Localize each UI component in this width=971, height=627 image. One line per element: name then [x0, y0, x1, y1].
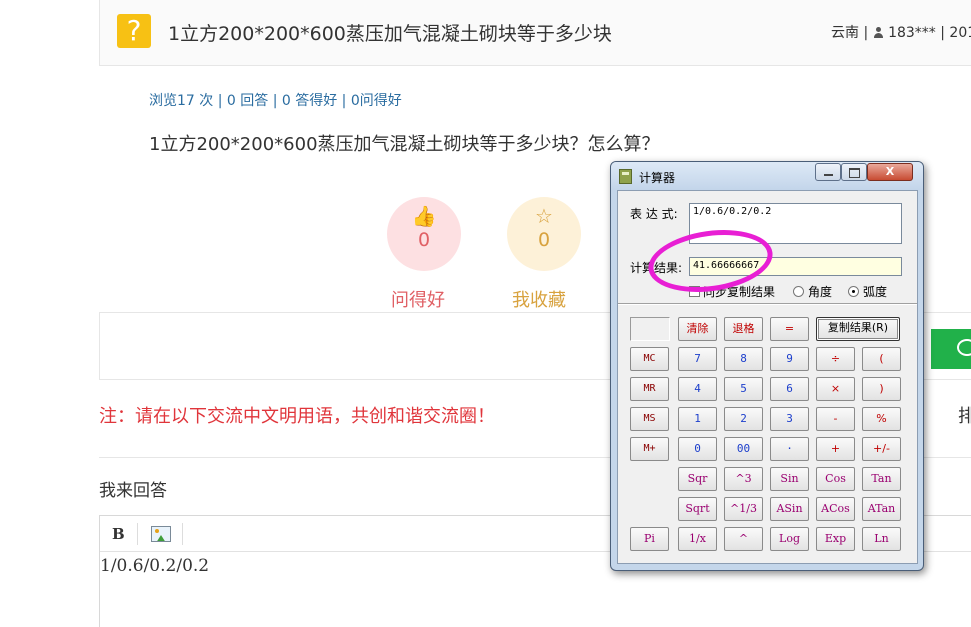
minimize-button[interactable]	[815, 163, 841, 181]
angle-radio[interactable]	[793, 286, 804, 297]
sync-copy-checkbox[interactable]	[689, 286, 700, 297]
copy-result-button[interactable]: 复制结果(R)	[816, 317, 900, 341]
toolbar-divider	[182, 523, 183, 545]
log-button[interactable]: Log	[770, 527, 809, 551]
digit-3-button[interactable]: 3	[770, 407, 809, 431]
cos-button[interactable]: Cos	[816, 467, 855, 491]
chat-bubble-icon	[957, 339, 971, 356]
ms-button[interactable]: MS	[630, 407, 669, 431]
calculator-app-icon	[619, 169, 632, 184]
asin-button[interactable]: ASin	[770, 497, 809, 521]
digit-2-button[interactable]: 2	[724, 407, 763, 431]
backspace-button[interactable]: 退格	[724, 317, 763, 341]
pi-button[interactable]: Pi	[630, 527, 669, 551]
question-user[interactable]: 183*** | 201	[888, 25, 971, 41]
add-button[interactable]: +	[816, 437, 855, 461]
maximize-button[interactable]	[841, 163, 867, 181]
angle-label: 角度	[808, 285, 833, 299]
result-label: 计算结果:	[630, 261, 683, 275]
digit-8-button[interactable]: 8	[724, 347, 763, 371]
subtract-button[interactable]: -	[816, 407, 855, 431]
calculator-titlebar[interactable]: 计算器 X	[611, 162, 923, 190]
chat-button[interactable]	[931, 329, 971, 369]
close-button[interactable]: X	[867, 163, 913, 181]
calculator-title: 计算器	[639, 171, 676, 185]
radian-radio[interactable]	[848, 286, 859, 297]
ln-button[interactable]: Ln	[862, 527, 901, 551]
m-plus-button[interactable]: M+	[630, 437, 669, 461]
result-field[interactable]: 41.66666667	[689, 257, 902, 276]
expression-label: 表 达 式:	[630, 207, 678, 221]
digit-7-button[interactable]: 7	[678, 347, 717, 371]
calculator-window: 计算器 X 表 达 式: 1/0.6/0.2/0.2 计算结果: 41.6666…	[610, 161, 924, 571]
favorite-count: 0	[537, 229, 551, 251]
cube-root-button[interactable]: ^1/3	[724, 497, 763, 521]
mc-button[interactable]: MC	[630, 347, 669, 371]
question-body: 1立方200*200*600蒸压加气混凝土砌块等于多少块？怎么算？	[149, 134, 660, 155]
question-title: 1立方200*200*600蒸压加气混凝土砌块等于多少块	[168, 23, 612, 45]
user-icon	[873, 27, 884, 38]
question-header: ? 1立方200*200*600蒸压加气混凝土砌块等于多少块 云南 | 183*…	[99, 0, 971, 66]
atan-button[interactable]: ATan	[862, 497, 901, 521]
answer-text[interactable]: 1/0.6/0.2/0.2	[100, 556, 209, 576]
good-question-button[interactable]: 👍 0	[387, 197, 461, 271]
thumbs-up-icon: 👍	[411, 204, 437, 228]
radian-label: 弧度	[863, 285, 888, 299]
favorite-button[interactable]: ☆ 0	[507, 197, 581, 271]
question-mark-icon: ?	[117, 14, 151, 48]
mr-button[interactable]: MR	[630, 377, 669, 401]
left-paren-button[interactable]: (	[862, 347, 901, 371]
digit-0-button[interactable]: 0	[678, 437, 717, 461]
sync-copy-label: 同步复制结果	[703, 285, 776, 299]
bold-button[interactable]: B	[112, 525, 125, 543]
my-answer-heading: 我来回答	[99, 481, 167, 501]
right-paren-button[interactable]: )	[862, 377, 901, 401]
clear-button[interactable]: 清除	[678, 317, 717, 341]
question-stats: 浏览17 次 | 0 回答 | 0 答得好 | 0问得好	[149, 93, 402, 109]
sync-copy-option[interactable]: 同步复制结果	[689, 283, 775, 300]
negate-button[interactable]: +/-	[862, 437, 901, 461]
square-button[interactable]: Sqr	[678, 467, 717, 491]
radian-option[interactable]: 弧度	[848, 283, 887, 300]
good-question-count: 0	[417, 229, 431, 251]
star-icon: ☆	[535, 204, 553, 228]
calculator-body: 表 达 式: 1/0.6/0.2/0.2 计算结果: 41.66666667 同…	[617, 190, 918, 564]
expression-input[interactable]: 1/0.6/0.2/0.2	[689, 203, 902, 244]
percent-button[interactable]: %	[862, 407, 901, 431]
angle-option[interactable]: 角度	[793, 283, 832, 300]
digit-5-button[interactable]: 5	[724, 377, 763, 401]
acos-button[interactable]: ACos	[816, 497, 855, 521]
tan-button[interactable]: Tan	[862, 467, 901, 491]
sin-button[interactable]: Sin	[770, 467, 809, 491]
question-meta: 云南 | 183*** | 201	[831, 22, 971, 42]
divide-button[interactable]: ÷	[816, 347, 855, 371]
double-zero-button[interactable]: 00	[724, 437, 763, 461]
insert-image-icon[interactable]	[151, 526, 171, 542]
civility-notice: 注：请在以下交流中文明用语，共创和谐交流圈！	[99, 406, 495, 427]
power-button[interactable]: ^	[724, 527, 763, 551]
sqrt-button[interactable]: Sqrt	[678, 497, 717, 521]
favorite-label[interactable]: 我收藏	[512, 286, 566, 312]
decimal-button[interactable]: ·	[770, 437, 809, 461]
multiply-button[interactable]: ×	[816, 377, 855, 401]
toolbar-divider	[137, 523, 138, 545]
digit-1-button[interactable]: 1	[678, 407, 717, 431]
cube-button[interactable]: ^3	[724, 467, 763, 491]
question-location: 云南 |	[831, 25, 873, 41]
equals-button[interactable]: =	[770, 317, 809, 341]
reciprocal-button[interactable]: 1/x	[678, 527, 717, 551]
exp-button[interactable]: Exp	[816, 527, 855, 551]
memory-indicator	[630, 317, 670, 341]
digit-9-button[interactable]: 9	[770, 347, 809, 371]
digit-4-button[interactable]: 4	[678, 377, 717, 401]
sort-label-clipped[interactable]: 排	[958, 402, 971, 428]
options-divider	[618, 303, 917, 305]
digit-6-button[interactable]: 6	[770, 377, 809, 401]
good-question-label[interactable]: 问得好	[391, 286, 445, 312]
